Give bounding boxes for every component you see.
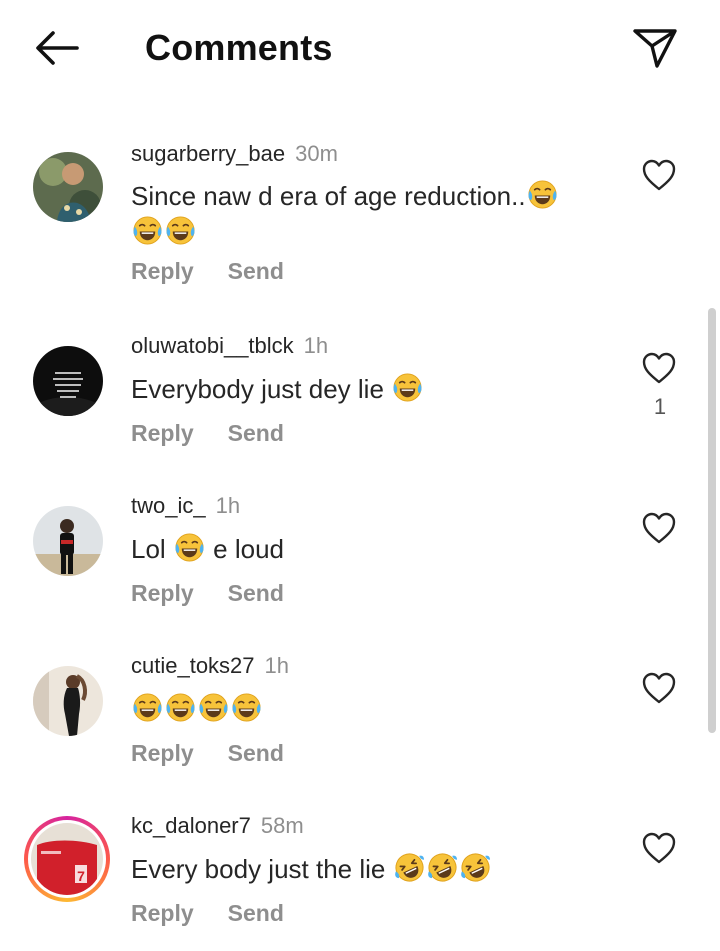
avatar[interactable]: 7 <box>31 823 103 895</box>
arrow-left-icon <box>36 31 79 65</box>
reply-button[interactable]: Reply <box>131 900 194 926</box>
comment-text: Lol e loud <box>131 532 285 564</box>
rolling-laughing-emoji-icon <box>460 852 491 883</box>
send-button[interactable]: Send <box>228 420 284 446</box>
tears-of-joy-emoji-icon <box>198 692 229 723</box>
timestamp: 1h <box>215 493 241 518</box>
tears-of-joy-emoji-icon <box>527 179 558 210</box>
timestamp: 1h <box>264 653 290 678</box>
comment-actions: Reply Send <box>131 420 284 447</box>
comment-actions: Reply Send <box>131 900 284 927</box>
comment-text <box>131 691 611 727</box>
tears-of-joy-emoji-icon <box>165 692 196 723</box>
heart-icon[interactable] <box>641 158 677 192</box>
timestamp: 30m <box>295 141 338 166</box>
page-title: Comments <box>145 27 333 68</box>
comment-meta: kc_daloner7 58m <box>131 812 304 840</box>
comment-meta: cutie_toks27 1h <box>131 652 289 680</box>
heart-icon[interactable] <box>641 831 677 865</box>
avatar[interactable] <box>33 152 103 222</box>
comment-actions: Reply Send <box>131 580 284 607</box>
username[interactable]: sugarberry_bae <box>131 141 285 166</box>
username[interactable]: oluwatobi__tblck <box>131 333 294 358</box>
timestamp: 58m <box>260 813 304 838</box>
tears-of-joy-emoji-icon <box>165 215 196 246</box>
scrollbar[interactable] <box>708 308 716 733</box>
comment-meta: oluwatobi__tblck 1h <box>131 332 328 360</box>
username[interactable]: kc_daloner7 <box>131 813 251 838</box>
username[interactable]: two_ic_ <box>131 493 206 518</box>
send-button[interactable]: Send <box>228 580 284 606</box>
comment-meta: two_ic_ 1h <box>131 492 240 520</box>
reply-button[interactable]: Reply <box>131 740 194 766</box>
heart-icon[interactable] <box>641 671 677 705</box>
story-ring[interactable]: 7 <box>24 816 110 902</box>
paper-plane-icon <box>633 29 677 68</box>
username[interactable]: cutie_toks27 <box>131 653 255 678</box>
comment-meta: sugarberry_bae 30m <box>131 140 338 168</box>
avatar[interactable] <box>33 346 103 416</box>
reply-button[interactable]: Reply <box>131 580 194 606</box>
reply-button[interactable]: Reply <box>131 258 194 284</box>
top-bar: Comments <box>0 0 720 96</box>
avatar[interactable] <box>33 666 103 736</box>
heart-icon[interactable] <box>641 351 677 385</box>
avatar[interactable] <box>33 506 103 576</box>
send-button[interactable]: Send <box>228 258 284 284</box>
reply-button[interactable]: Reply <box>131 420 194 446</box>
svg-text:7: 7 <box>77 868 85 884</box>
comment-actions: Reply Send <box>131 258 284 285</box>
send-button[interactable]: Send <box>228 900 284 926</box>
comment-text: Everybody just dey lie <box>131 371 611 407</box>
comment-text: Since naw d era of age reduction.. <box>131 178 611 250</box>
tears-of-joy-emoji-icon <box>174 532 205 563</box>
tears-of-joy-emoji-icon <box>231 692 262 723</box>
rolling-laughing-emoji-icon <box>427 852 458 883</box>
timestamp: 1h <box>303 333 329 358</box>
heart-icon[interactable] <box>641 511 677 545</box>
rolling-laughing-emoji-icon <box>394 852 425 883</box>
tears-of-joy-emoji-icon <box>132 215 163 246</box>
send-button[interactable]: Send <box>228 740 284 766</box>
tears-of-joy-emoji-icon <box>392 372 423 403</box>
comment-actions: Reply Send <box>131 740 284 767</box>
like-count: 1 <box>653 394 667 419</box>
tears-of-joy-emoji-icon <box>132 692 163 723</box>
comment-text: Every body just the lie <box>131 851 611 887</box>
share-button[interactable] <box>630 24 680 72</box>
back-button[interactable] <box>30 26 82 70</box>
